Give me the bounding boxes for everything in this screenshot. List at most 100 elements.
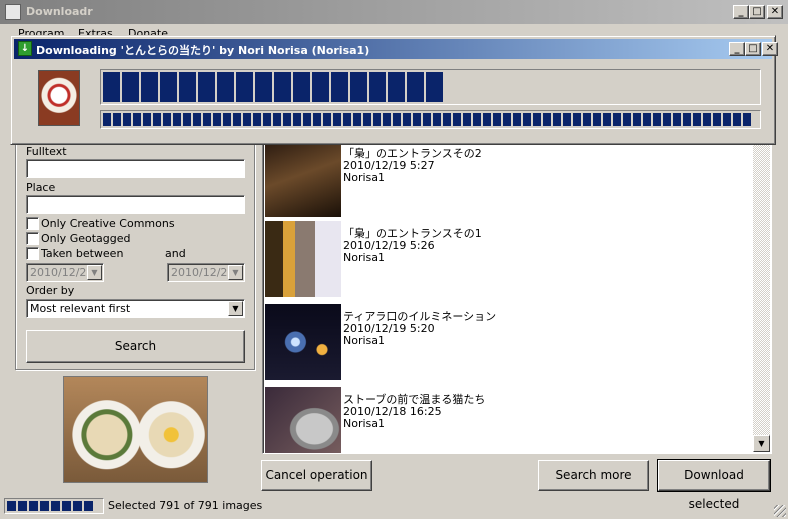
- progress-block: [383, 113, 391, 126]
- progress-block: [407, 72, 424, 102]
- progress-block: [163, 113, 171, 126]
- date-from-picker[interactable]: 2010/12/2 ▼: [26, 263, 104, 282]
- progress-block: [663, 113, 671, 126]
- download-dialog-title: Downloading 'とんとらの当たり' by Nori Norisa (N…: [36, 44, 370, 57]
- minimize-button[interactable]: _: [733, 5, 749, 19]
- progress-block: [523, 113, 531, 126]
- order-by-select[interactable]: Most relevant first ▼: [26, 299, 245, 318]
- progress-block: [143, 113, 151, 126]
- fulltext-input[interactable]: [26, 159, 245, 178]
- results-list[interactable]: 「梟」のエントランスその2 2010/12/19 5:27 Norisa1 「梟…: [262, 142, 772, 454]
- chevron-down-icon[interactable]: ▼: [228, 265, 243, 280]
- progress-block: [583, 113, 591, 126]
- progress-block: [743, 113, 751, 126]
- chevron-down-icon[interactable]: ▼: [228, 301, 243, 316]
- progress-block: [369, 72, 386, 102]
- download-dialog: ↓ Downloading 'とんとらの当たり' by Nori Norisa …: [10, 35, 778, 145]
- item-owner: Norisa1: [343, 417, 386, 430]
- only-geotagged-checkbox[interactable]: [26, 232, 39, 245]
- progress-block: [103, 113, 111, 126]
- search-button[interactable]: Search: [26, 330, 245, 363]
- progress-block: [183, 113, 191, 126]
- progress-block: [733, 113, 741, 126]
- cancel-operation-button[interactable]: Cancel operation: [261, 460, 372, 491]
- place-input[interactable]: [26, 195, 245, 214]
- progress-block: [274, 72, 291, 102]
- download-dialog-title-bar[interactable]: ↓ Downloading 'とんとらの当たり' by Nori Norisa …: [14, 39, 778, 59]
- progress-block: [403, 113, 411, 126]
- progress-block: [423, 113, 431, 126]
- main-title-bar[interactable]: Downloadr _ □ ✕: [0, 0, 788, 24]
- dialog-minimize-button[interactable]: _: [729, 42, 745, 56]
- list-item[interactable]: 「梟」のエントランスその1 2010/12/19 5:26 Norisa1: [265, 221, 752, 301]
- progress-block: [293, 72, 310, 102]
- place-label: Place: [26, 181, 56, 194]
- maximize-button[interactable]: □: [749, 5, 765, 19]
- progress-block: [553, 113, 561, 126]
- progress-block: [473, 113, 481, 126]
- list-item[interactable]: ティアラ口のイルミネーション 2010/12/19 5:20 Norisa1: [265, 304, 752, 384]
- status-bar: Selected 791 of 791 images: [0, 495, 788, 519]
- progress-block: [623, 113, 631, 126]
- progress-block: [312, 72, 329, 102]
- item-owner: Norisa1: [343, 334, 386, 347]
- progress-block: [7, 501, 16, 511]
- dialog-maximize-button[interactable]: □: [745, 42, 761, 56]
- item-owner: Norisa1: [343, 171, 386, 184]
- search-more-button[interactable]: Search more: [538, 460, 649, 491]
- scroll-down-button[interactable]: ▼: [753, 435, 770, 452]
- thumbnail: [265, 387, 341, 453]
- progress-block: [217, 72, 234, 102]
- close-button[interactable]: ✕: [767, 5, 783, 19]
- progress-block: [253, 113, 261, 126]
- list-item[interactable]: 「梟」のエントランスその2 2010/12/19 5:27 Norisa1: [265, 143, 752, 221]
- progress-block: [613, 113, 621, 126]
- list-item[interactable]: ストーブの前で温まる猫たち 2010/12/18 16:25 Norisa1: [265, 387, 752, 453]
- progress-block: [350, 72, 367, 102]
- progress-block: [273, 113, 281, 126]
- order-by-label: Order by: [26, 284, 75, 297]
- progress-block: [393, 113, 401, 126]
- progress-block: [693, 113, 701, 126]
- download-selected-button[interactable]: Download selected: [657, 459, 771, 511]
- progress-block: [29, 501, 38, 511]
- progress-block: [426, 72, 443, 102]
- and-label: and: [165, 247, 186, 260]
- progress-block: [343, 113, 351, 126]
- progress-block: [213, 113, 221, 126]
- resize-grip-icon[interactable]: [774, 505, 786, 517]
- progress-block: [263, 113, 271, 126]
- progress-block: [73, 501, 82, 511]
- progress-block: [331, 72, 348, 102]
- date-to-picker[interactable]: 2010/12/2 ▼: [167, 263, 245, 282]
- status-text: Selected 791 of 791 images: [108, 499, 263, 512]
- overall-progress-bar: [100, 110, 761, 129]
- chevron-down-icon[interactable]: ▼: [87, 265, 102, 280]
- progress-block: [255, 72, 272, 102]
- progress-block: [51, 501, 60, 511]
- only-cc-checkbox[interactable]: [26, 217, 39, 230]
- progress-block: [653, 113, 661, 126]
- order-by-value: Most relevant first: [30, 302, 131, 315]
- progress-block: [513, 113, 521, 126]
- date-from-value: 2010/12/2: [30, 266, 87, 279]
- progress-block: [713, 113, 721, 126]
- progress-block: [533, 113, 541, 126]
- download-arrow-icon: ↓: [18, 41, 32, 56]
- progress-block: [303, 113, 311, 126]
- taken-between-checkbox[interactable]: [26, 247, 39, 260]
- progress-block: [703, 113, 711, 126]
- progress-block: [62, 501, 71, 511]
- progress-block: [203, 113, 211, 126]
- progress-block: [603, 113, 611, 126]
- taken-between-label: Taken between: [41, 247, 124, 260]
- only-cc-label: Only Creative Commons: [41, 217, 175, 230]
- vertical-scrollbar[interactable]: [753, 144, 770, 452]
- dialog-close-button[interactable]: ✕: [762, 42, 778, 56]
- fulltext-label: Fulltext: [26, 145, 67, 158]
- progress-block: [323, 113, 331, 126]
- progress-block: [333, 113, 341, 126]
- progress-block: [413, 113, 421, 126]
- progress-block: [103, 72, 120, 102]
- progress-block: [503, 113, 511, 126]
